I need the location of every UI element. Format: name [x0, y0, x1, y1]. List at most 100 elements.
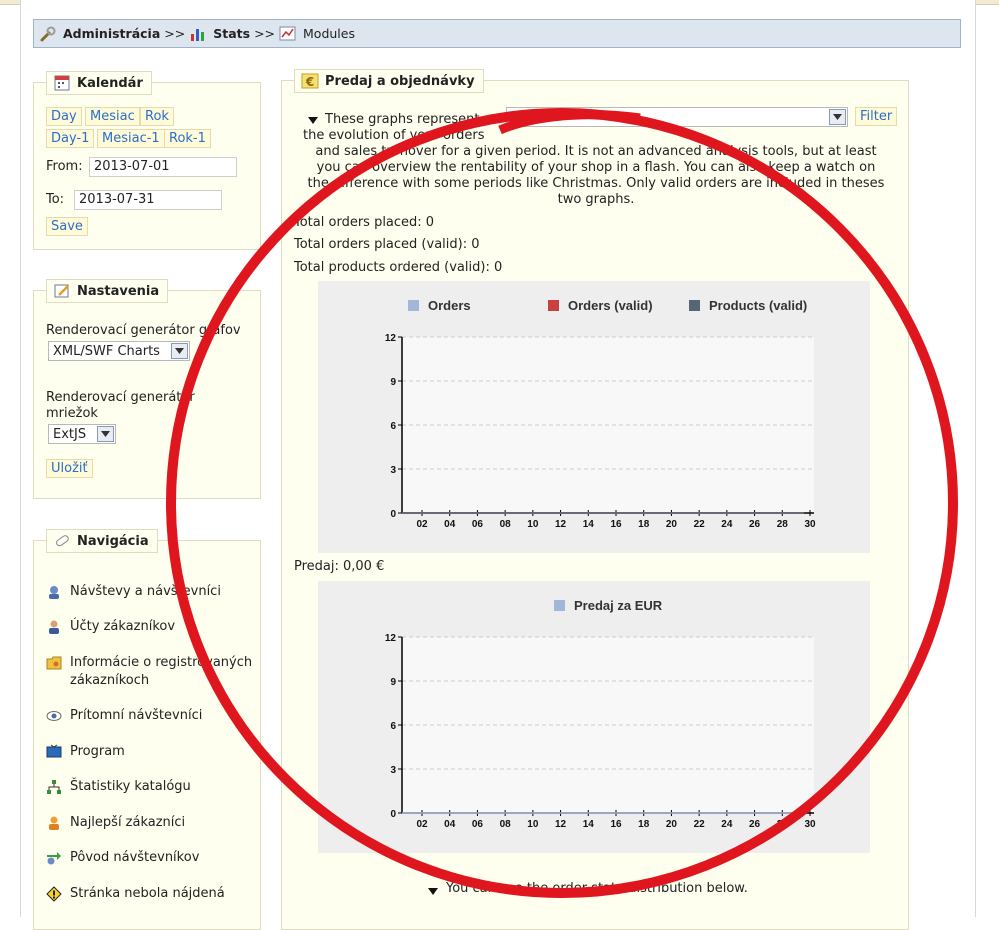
calendar-title: Kalendár — [77, 75, 143, 91]
x-tick-label: 08 — [500, 519, 512, 530]
x-tick-label: 14 — [583, 819, 595, 830]
grid-engine-select[interactable]: ExtJS — [48, 424, 116, 444]
x-tick-label: 08 — [500, 819, 512, 830]
description-line-1: These graphs represent — [325, 112, 480, 127]
nav-item-label: Účty zákazníkov — [70, 619, 176, 634]
day-button[interactable]: Day — [46, 107, 82, 126]
x-tick-label: 04 — [444, 819, 456, 830]
period-select[interactable]: All — [506, 107, 848, 127]
x-tick-label: 12 — [555, 819, 567, 830]
description-line-2: the evolution of your orders — [303, 128, 485, 143]
day-minus-button[interactable]: Day-1 — [46, 129, 95, 148]
svg-text:€: € — [305, 75, 314, 89]
navigation-title: Navigácia — [77, 533, 149, 549]
filter-button[interactable]: Filter — [855, 107, 898, 126]
x-tick-label: 18 — [638, 519, 650, 530]
calendar-legend: Kalendár — [46, 71, 152, 95]
nav-item-visitor-origin[interactable]: Pôvod návštevníkov — [46, 849, 261, 867]
y-tick-label: 9 — [390, 677, 396, 688]
legend-swatch — [548, 300, 559, 311]
x-tick-label: 24 — [721, 819, 733, 830]
x-tick-label: 16 — [610, 819, 622, 830]
x-tick-label: 30 — [804, 519, 816, 530]
x-tick-label: 16 — [610, 519, 622, 530]
nav-item-label: Stránka nebola nájdená — [70, 886, 225, 901]
chevron-down-icon — [171, 343, 188, 359]
breadcrumb-stats[interactable]: Stats — [213, 26, 250, 41]
nav-item-customer-accounts[interactable]: Účty zákazníkov — [46, 618, 261, 636]
modules-icon — [279, 25, 297, 43]
legend-label: Predaj za EUR — [574, 598, 663, 613]
x-tick-label: 28 — [777, 819, 789, 830]
x-tick-label: 06 — [472, 519, 484, 530]
nav-item-label: Informácie o registrovaných zákazníkoch — [70, 655, 253, 688]
tree-icon — [46, 779, 62, 795]
chevron-down-icon — [97, 426, 114, 442]
settings-edit-icon — [53, 282, 71, 300]
graph-engine-select[interactable]: XML/SWF Charts — [48, 341, 190, 361]
legend-label: Orders (valid) — [568, 298, 653, 313]
collapse-arrow-icon[interactable] — [428, 885, 438, 900]
year-button[interactable]: Rok — [140, 107, 174, 126]
x-tick-label: 30 — [804, 819, 816, 830]
breadcrumb-admin[interactable]: Administrácia — [63, 26, 160, 41]
collapse-arrow-icon[interactable] — [308, 114, 318, 129]
warning-icon — [46, 886, 62, 902]
calendar-icon — [53, 74, 71, 92]
month-minus-button[interactable]: Mesiac-1 — [97, 129, 165, 148]
x-tick-label: 20 — [666, 519, 678, 530]
tv-icon — [46, 744, 62, 760]
breadcrumb-separator: >> — [254, 26, 276, 41]
order-state-note: You can see the order state distribution… — [446, 881, 748, 896]
x-tick-label: 06 — [472, 819, 484, 830]
total-orders: Total orders placed: 0 — [294, 215, 435, 230]
nav-item-catalog-stats[interactable]: Štatistiky katalógu — [46, 778, 261, 796]
y-tick-label: 3 — [390, 465, 396, 476]
x-tick-label: 26 — [749, 519, 761, 530]
y-tick-label: 12 — [385, 633, 397, 644]
from-date-input[interactable]: 2013-07-01 — [89, 157, 237, 177]
orders-chart-svg: Orders Orders (valid) Products (valid) 0 3 6 9… — [385, 298, 816, 530]
euro-icon: € — [301, 72, 319, 90]
legend-label: Products (valid) — [709, 298, 807, 313]
chevron-down-icon — [829, 109, 846, 125]
total-orders-valid: Total orders placed (valid): 0 — [294, 237, 480, 252]
nav-item-label: Pôvod návštevníkov — [70, 850, 200, 865]
x-tick-label: 04 — [444, 519, 456, 530]
nav-item-program[interactable]: Program — [46, 743, 261, 761]
stats-chart-icon — [189, 25, 207, 43]
from-label: From: — [46, 159, 83, 174]
nav-item-label: Prítomní návštevníci — [70, 708, 203, 723]
sales-orders-box: € Predaj a objednávky These graphs repre… — [281, 69, 909, 930]
breadcrumb-separator: >> — [164, 26, 186, 41]
month-button[interactable]: Mesiac — [85, 107, 140, 126]
grid-engine-label-2: mriežok — [46, 406, 98, 421]
y-tick-label: 3 — [390, 765, 396, 776]
nav-item-label: Program — [70, 744, 125, 759]
y-tick-label: 6 — [390, 421, 396, 432]
arrows-icon — [46, 850, 62, 866]
nav-item-registered-customers[interactable]: Informácie o registrovaných zákazníkoch — [46, 654, 261, 690]
year-minus-button[interactable]: Rok-1 — [164, 129, 211, 148]
nav-item-present-visitors[interactable]: Prítomní návštevníci — [46, 707, 261, 725]
calendar-save-button[interactable]: Save — [46, 217, 88, 236]
breadcrumb-modules[interactable]: Modules — [303, 26, 355, 41]
x-tick-label: 14 — [583, 519, 595, 530]
x-tick-label: 24 — [721, 519, 733, 530]
legend-swatch — [408, 300, 419, 311]
settings-save-button[interactable]: Uložiť — [46, 459, 93, 478]
to-date-input[interactable]: 2013-07-31 — [74, 190, 222, 210]
legend-swatch — [554, 600, 565, 611]
description-text: and sales turnover for a given period. I… — [307, 144, 885, 207]
x-tick-label: 26 — [749, 819, 761, 830]
nav-item-page-not-found[interactable]: Stránka nebola nájdená — [46, 885, 261, 903]
customer-icon — [46, 619, 62, 635]
total-products: Total products ordered (valid): 0 — [294, 260, 503, 275]
visitors-icon — [46, 584, 62, 600]
nav-item-best-customers[interactable]: Najlepší zákazníci — [46, 814, 261, 832]
x-tick-label: 22 — [694, 819, 706, 830]
x-tick-label: 20 — [666, 819, 678, 830]
nav-item-visitors[interactable]: Návštevy a návštevníci — [46, 583, 261, 601]
settings-legend: Nastavenia — [46, 279, 169, 303]
x-tick-label: 02 — [416, 519, 428, 530]
